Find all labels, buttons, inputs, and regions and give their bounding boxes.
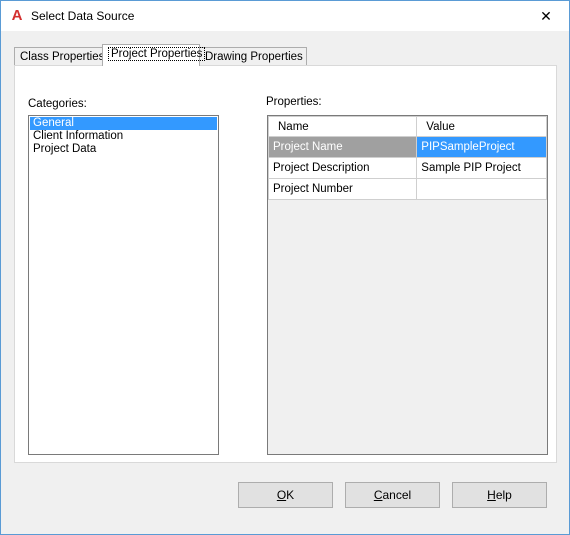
properties-label: Properties:	[266, 96, 322, 108]
tab-label: Project Properties	[108, 47, 206, 61]
table-row: Project Number	[267, 178, 547, 200]
help-button[interactable]: Help	[452, 482, 547, 508]
close-icon: ✕	[540, 8, 552, 24]
properties-grid: Name Value Project Name PIPSampleProject…	[267, 115, 548, 455]
table-row: Project Name PIPSampleProject	[267, 136, 547, 158]
tab-drawing-properties[interactable]: Drawing Properties	[199, 47, 307, 66]
property-name-cell[interactable]: Project Name	[267, 136, 418, 158]
title-bar: A Select Data Source ✕	[1, 1, 569, 31]
ok-button[interactable]: OK	[238, 482, 333, 508]
cancel-button-label: ancel	[382, 488, 412, 502]
autocad-logo-icon: A	[11, 7, 23, 24]
category-item-client-information[interactable]: Client Information	[30, 130, 217, 143]
help-button-mnemonic: H	[487, 488, 496, 502]
tab-class-properties[interactable]: Class Properties	[14, 47, 112, 66]
tab-label: Class Properties	[20, 51, 105, 63]
categories-label: Categories:	[28, 98, 87, 110]
tab-project-properties[interactable]: Project Properties	[102, 44, 206, 66]
ok-button-label: K	[286, 488, 295, 502]
property-name-cell[interactable]: Project Description	[267, 157, 418, 179]
help-button-label: elp	[495, 488, 512, 502]
category-item-general[interactable]: General	[30, 117, 217, 130]
column-header-name[interactable]: Name	[267, 116, 418, 137]
tab-label: Drawing Properties	[205, 51, 303, 63]
properties-table: Name Value Project Name PIPSampleProject…	[267, 116, 547, 200]
property-value-cell[interactable]: PIPSampleProject	[416, 136, 547, 158]
cancel-button[interactable]: Cancel	[345, 482, 440, 508]
ok-button-mnemonic: O	[276, 488, 287, 502]
dialog-title: Select Data Source	[31, 9, 135, 23]
property-name-cell[interactable]: Project Number	[267, 178, 418, 200]
property-value-cell[interactable]	[416, 178, 547, 200]
table-header-row: Name Value	[267, 116, 547, 137]
column-header-value[interactable]: Value	[416, 116, 547, 137]
table-row: Project Description Sample PIP Project	[267, 157, 547, 179]
tab-panel: Categories: General Client Information P…	[14, 65, 557, 463]
dialog-window: A Select Data Source ✕ Class Properties …	[0, 0, 570, 535]
category-item-project-data[interactable]: Project Data	[30, 143, 217, 156]
close-button[interactable]: ✕	[523, 1, 569, 31]
categories-listbox[interactable]: General Client Information Project Data	[28, 115, 219, 455]
property-value-cell[interactable]: Sample PIP Project	[416, 157, 547, 179]
